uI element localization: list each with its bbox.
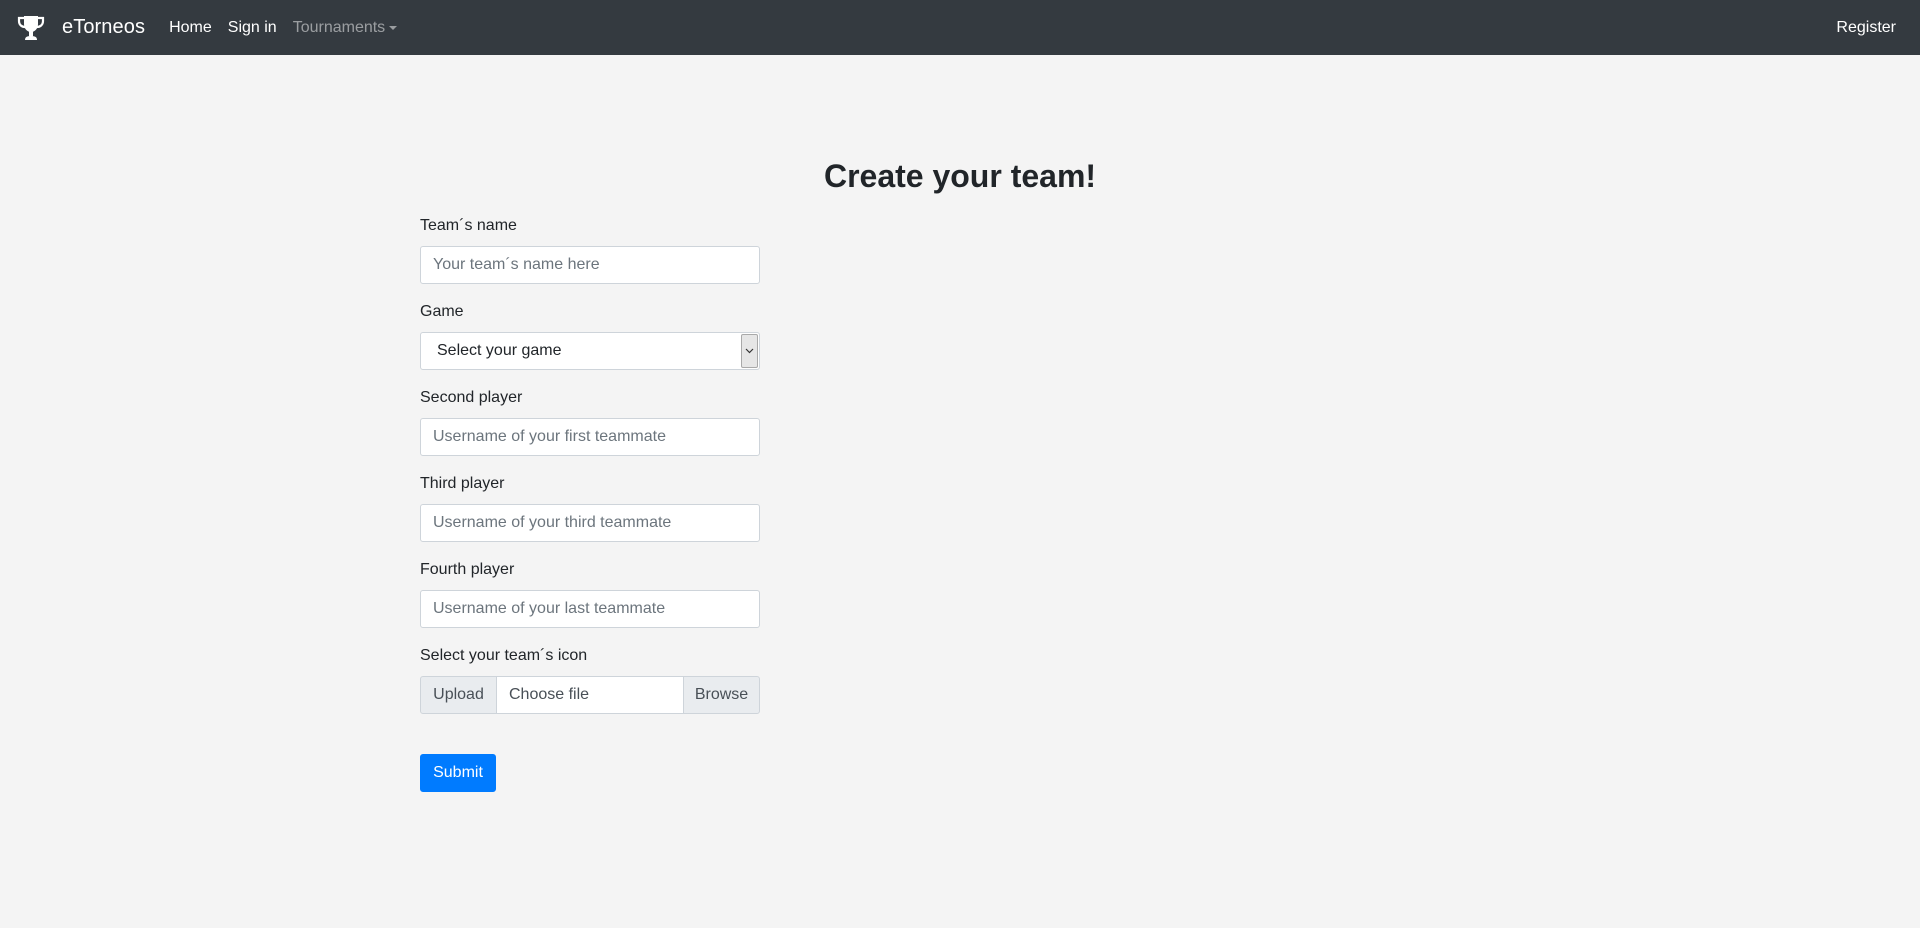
nav-register-link[interactable]: Register xyxy=(1836,19,1896,37)
fourth-player-label: Fourth player xyxy=(420,561,515,578)
team-icon-file-input: Upload Choose file Browse xyxy=(420,676,760,714)
chevron-down-icon xyxy=(741,334,758,368)
game-select[interactable]: Select your game xyxy=(420,332,760,370)
fourth-player-group: Fourth player xyxy=(420,558,760,628)
third-player-input[interactable] xyxy=(420,504,760,542)
game-group: Game Select your game xyxy=(420,300,760,370)
second-player-input[interactable] xyxy=(420,418,760,456)
page-title: Create your team! xyxy=(823,158,1097,194)
game-select-value: Select your game xyxy=(437,342,562,359)
nav-links: Home Sign in Tournaments xyxy=(169,0,413,55)
create-team-form: Team´s name Game Select your game Second… xyxy=(420,214,760,792)
brand-link[interactable]: eTorneos xyxy=(16,0,145,55)
caret-down-icon xyxy=(389,26,398,30)
upload-addon: Upload xyxy=(420,676,497,714)
submit-button[interactable]: Submit xyxy=(420,754,496,792)
trophy-icon xyxy=(16,13,46,43)
game-label: Game xyxy=(420,303,464,320)
third-player-group: Third player xyxy=(420,472,760,542)
nav-tournaments-label: Tournaments xyxy=(292,18,386,36)
nav-tournaments-dropdown[interactable]: Tournaments xyxy=(293,19,398,37)
top-navbar: eTorneos Home Sign in Tournaments Regist… xyxy=(0,0,1920,55)
team-name-group: Team´s name xyxy=(420,214,760,284)
nav-home-link[interactable]: Home xyxy=(169,19,212,37)
fourth-player-input[interactable] xyxy=(420,590,760,628)
browse-button[interactable]: Browse xyxy=(683,676,760,714)
team-name-label: Team´s name xyxy=(420,217,517,234)
choose-file-field[interactable]: Choose file xyxy=(497,676,683,714)
second-player-group: Second player xyxy=(420,386,760,456)
nav-sign-in-link[interactable]: Sign in xyxy=(228,19,277,37)
team-name-input[interactable] xyxy=(420,246,760,284)
second-player-label: Second player xyxy=(420,389,523,406)
brand-name: eTorneos xyxy=(62,16,146,38)
third-player-label: Third player xyxy=(420,475,505,492)
team-icon-label: Select your team´s icon xyxy=(420,647,588,664)
team-icon-group: Select your team´s icon Upload Choose fi… xyxy=(420,644,760,714)
